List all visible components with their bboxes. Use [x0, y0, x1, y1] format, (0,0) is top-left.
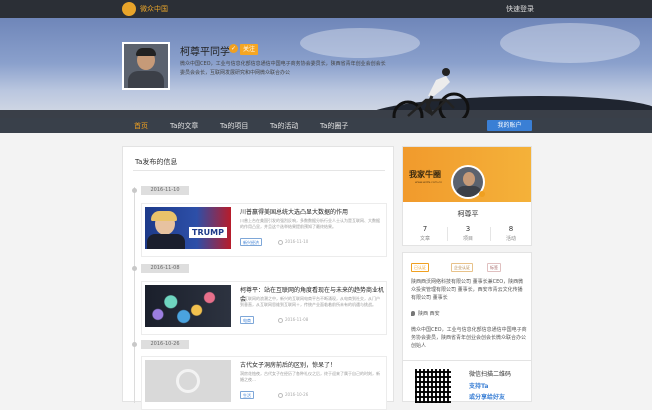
qr-share-text: 或分享给好友 — [469, 394, 506, 401]
badge-enterprise: 企业认证 — [451, 263, 473, 272]
qr-support-text: 支持Ta — [469, 383, 489, 390]
post-summary: 川普上台在美国引发的强烈反响，多数数据分析行业人士认为是互联网、大数据的作用凸显… — [240, 218, 380, 229]
tab-events[interactable]: Ta的活动 — [270, 121, 298, 131]
post-thumbnail[interactable] — [145, 285, 231, 327]
my-account-button[interactable]: 我的账户 — [487, 120, 532, 131]
stat-label: 活动 — [505, 236, 516, 242]
date-label: 2016-10-26 — [141, 340, 189, 349]
stat-label: 项目 — [462, 236, 473, 242]
profile-name: 柯尊平同学 — [180, 47, 230, 58]
placeholder-logo-icon — [176, 369, 200, 393]
qr-card: 微信扫描二维码 支持Ta 或分享给好友 — [402, 360, 532, 403]
timeline-dot — [132, 188, 137, 193]
banner-logo-text: 我家牛圈 — [409, 169, 441, 179]
date-label: 2016-11-08 — [141, 264, 189, 273]
clock-icon — [278, 239, 283, 245]
cyclist-image — [392, 68, 470, 118]
timeline-dot — [132, 266, 137, 271]
side-info-card: 已认证 企业认证 标签 陕西西沃网络科技有限公司 董事长兼CEO，陕西微众投资管… — [402, 252, 532, 364]
side-bio: 微众中国CEO，工业与信息化部信息通信中国电子商务协会委员，陕西省青年创业会创会… — [411, 327, 527, 349]
clock-icon — [278, 317, 283, 323]
stat-articles[interactable]: 7 文章 — [405, 225, 445, 242]
profile-avatar[interactable] — [122, 42, 170, 90]
badge-verified: 已认证 — [411, 263, 429, 272]
post-title[interactable]: 川普赢得美国总统大选凸显大数据的作用 — [240, 207, 348, 216]
tab-circles[interactable]: Ta的圈子 — [320, 121, 348, 131]
qr-title: 微信扫描二维码 — [469, 371, 512, 378]
post-time-text: 2016-11-08 — [285, 317, 309, 322]
post-card[interactable]: 柯尊平：站在互联网的角度看现在与未来的趋势商业机会 在互联网的浪潮之中，新兴的互… — [141, 281, 387, 335]
post-time: 2016-11-10 — [278, 239, 308, 245]
badge-tag: 标签 — [487, 263, 501, 272]
cloud-decoration — [300, 28, 420, 58]
post-time-text: 2016-10-26 — [285, 392, 309, 397]
post-tag[interactable]: 生活 — [240, 391, 254, 399]
trump-sign: TRUMP — [189, 227, 227, 238]
verified-icon: ✓ — [229, 44, 238, 53]
post-tag[interactable]: 电商 — [240, 316, 254, 324]
stat-events[interactable]: 8 活动 — [491, 225, 531, 242]
posts-panel: Ta发布的信息 2016-11-10 TRUMP 川普赢得美国总统大选凸显大数据… — [122, 146, 394, 410]
top-bar: 微众中国 快速登录 — [0, 0, 652, 18]
post-time-text: 2016-11-10 — [285, 239, 309, 244]
banner-logo-sub: www.wofe.com.cn — [415, 180, 443, 184]
verified-icon — [479, 191, 485, 197]
location-text: 陕西 西安 — [418, 311, 440, 317]
qr-code-icon — [415, 369, 451, 403]
tab-projects[interactable]: Ta的项目 — [220, 121, 248, 131]
post-time: 2016-10-26 — [278, 392, 308, 398]
person-hair — [151, 211, 177, 221]
stat-label: 文章 — [419, 236, 430, 242]
person-suit — [147, 234, 185, 249]
location: 陕西 西安 — [411, 310, 440, 317]
clock-icon — [278, 392, 283, 398]
cloud-decoration — [500, 23, 640, 63]
post-summary: 洞房花烛夜，古代女子在经历了各种礼仪之后，终于迎来了属于自己的时刻，新婚之夜… — [240, 371, 380, 382]
profile-hero: 柯尊平同学 ✓ 关注 微众中国CEO，工业与信息化部信息通信中国电子商务协会委员… — [0, 18, 652, 118]
brand-logo-icon[interactable] — [122, 2, 136, 16]
post-card[interactable]: TRUMP 川普赢得美国总统大选凸显大数据的作用 川普上台在美国引发的强烈反响，… — [141, 203, 387, 257]
date-label: 2016-11-10 — [141, 186, 189, 195]
post-time: 2016-11-08 — [278, 317, 308, 323]
profile-bio: 微众中国CEO，工业与信息化部信息通信中国电子商务协会委员长，陕西省青年创业会创… — [180, 61, 386, 76]
tab-home[interactable]: 首页 — [134, 121, 148, 131]
side-name: 柯尊平 — [457, 210, 479, 218]
ground-decoration — [0, 110, 652, 118]
post-title[interactable]: 古代女子洞房前后的区别，惊呆了！ — [240, 360, 336, 369]
post-thumbnail[interactable]: TRUMP — [145, 207, 231, 249]
follow-button[interactable]: 关注 — [240, 44, 259, 55]
profile-nav: 首页 Ta的文章 Ta的项目 Ta的活动 Ta的圈子 — [0, 118, 652, 133]
post-thumbnail[interactable] — [145, 360, 231, 402]
side-profile-card: 我家牛圈 www.wofe.com.cn 柯尊平 7 文章 3 项目 8 活动 — [402, 146, 532, 246]
stat-value: 3 — [465, 225, 471, 233]
stat-value: 7 — [422, 225, 428, 233]
company-info: 陕西西沃网络科技有限公司 董事长兼CEO，陕西微众投资管理有限公司 董事长，西安… — [411, 279, 524, 301]
timeline-dot — [132, 342, 137, 347]
stat-projects[interactable]: 3 项目 — [448, 225, 488, 242]
panel-title: Ta发布的信息 — [135, 158, 178, 166]
post-summary: 在互联网的浪潮之中，新兴的互联网电商平台不断涌现，从电商到社交，从门户到垂直，从… — [240, 296, 380, 307]
location-pin-icon — [411, 311, 415, 316]
timeline-line — [134, 187, 135, 403]
post-tag[interactable]: 新兴经济 — [240, 238, 262, 246]
tab-articles[interactable]: Ta的文章 — [170, 121, 198, 131]
quick-login-link[interactable]: 快速登录 — [506, 4, 534, 14]
stat-value: 8 — [508, 225, 514, 233]
divider — [133, 170, 385, 171]
brand-name[interactable]: 微众中国 — [140, 4, 168, 14]
